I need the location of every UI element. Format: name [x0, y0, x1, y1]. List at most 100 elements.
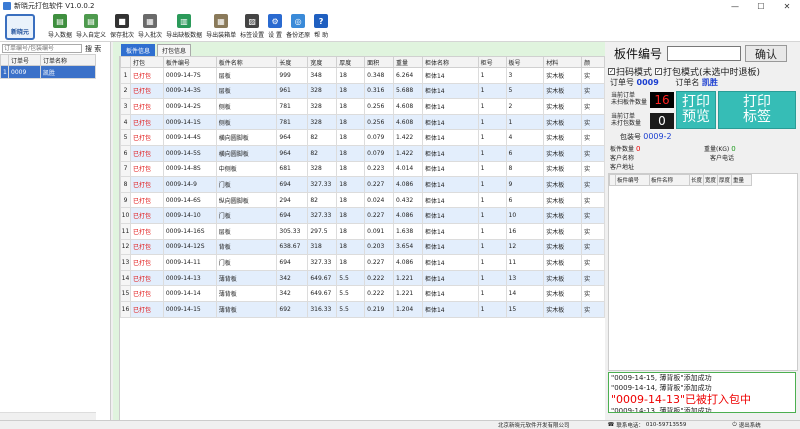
sub-column-header[interactable]: 厚度	[717, 174, 732, 186]
table-cell: 694	[276, 254, 309, 271]
toolbar-button-7[interactable]: ⚙ 设 置	[268, 12, 283, 39]
table-cell: 681	[276, 160, 309, 178]
table-cell: 1	[477, 222, 507, 240]
table-row[interactable]: 1 0009 凯胜	[0, 65, 96, 79]
table-cell: 5.688	[393, 82, 423, 100]
exit-icon[interactable]: ⏻	[732, 422, 736, 429]
toolbar-button-6[interactable]: ▨ 标签设置	[240, 12, 264, 39]
table-row[interactable]: 10 已打包 0009-14-10 门板 694 327.33 18 0.227 4.086 柜体…	[120, 207, 605, 224]
column-header[interactable]: 长度	[276, 56, 309, 68]
exit-system-button[interactable]: 退出系统	[739, 421, 761, 429]
table-cell: 实	[581, 176, 605, 193]
sub-column-header[interactable]: 重量	[731, 174, 752, 186]
pack-status-cell: 已打包	[129, 300, 164, 318]
table-row[interactable]: 16 已打包 0009-14-15 薄背板 692 316.33 5.5 0.219 1.204…	[120, 300, 605, 318]
toolbar-button-9[interactable]: ? 帮 助	[314, 12, 329, 39]
col-order-name[interactable]: 订单名称	[40, 54, 96, 66]
table-cell: 318	[307, 238, 338, 256]
toolbar-button-3[interactable]: ▦ 导入批次	[138, 12, 162, 39]
sub-column-header[interactable]: 板件名称	[649, 174, 690, 186]
table-cell: 薄背板	[215, 300, 278, 318]
column-header[interactable]: 柜号	[477, 56, 507, 68]
table-cell: 1.204	[393, 300, 423, 318]
table-cell: 18	[336, 160, 366, 178]
table-row[interactable]: 8 已打包 0009-14-9 门板 694 327.33 18 0.227 4.086 柜体14…	[120, 176, 605, 193]
print-preview-button[interactable]: 打印 预览	[676, 91, 716, 129]
order-search-input[interactable]	[2, 44, 82, 53]
table-cell: 实	[581, 207, 605, 224]
sub-column-header[interactable]: 板件编号	[615, 174, 650, 186]
column-header[interactable]: 材料	[543, 56, 583, 68]
table-cell: 0.219	[364, 300, 395, 318]
minimize-button[interactable]: —	[722, 2, 748, 11]
column-header[interactable]: 重量	[393, 56, 423, 68]
package-no-value: 0009-2	[643, 132, 672, 141]
toolbar-button-4[interactable]: ▥ 导出缺板数据	[166, 12, 202, 39]
sub-column-header[interactable]: 宽度	[703, 174, 718, 186]
toolbar-button-0[interactable]: ▤ 导入数据	[48, 12, 72, 39]
table-cell: 1	[477, 98, 507, 115]
part-no-input[interactable]	[667, 46, 742, 61]
table-cell: 18	[336, 176, 366, 193]
close-button[interactable]: ✕	[774, 2, 800, 11]
column-header[interactable]: 宽度	[307, 56, 338, 68]
column-header[interactable]: 厚度	[336, 56, 366, 68]
table-cell: 18	[336, 222, 366, 240]
table-cell: 门板	[215, 176, 278, 193]
table-row[interactable]: 4 已打包 0009-14-1S 侧板 781 328 18 0.256 4.608 柜体14 1 1…	[120, 113, 605, 131]
table-cell: 18	[336, 207, 366, 224]
table-cell: 横向圆脚板	[215, 144, 278, 162]
toolbar-label: 保存批次	[110, 32, 135, 39]
table-cell: 1.638	[393, 222, 423, 240]
print-label-button[interactable]: 打印 标签	[718, 91, 796, 129]
maximize-button[interactable]: ☐	[748, 2, 774, 11]
table-row[interactable]: 2 已打包 0009-14-3S 层板 961 328 18 0.316 5.688 柜体14 1 5…	[120, 82, 605, 100]
column-header[interactable]: 打包	[129, 56, 164, 68]
table-row[interactable]: 15 已打包 0009-14-14 薄背板 342 649.67 5.5 0.222 1.221…	[120, 285, 605, 302]
table-row[interactable]: 9 已打包 0009-14-6S 纵向圆脚板 294 82 18 0.024 0.432 柜体14…	[120, 191, 605, 209]
table-cell: 4.086	[393, 176, 423, 193]
table-cell: 18	[336, 129, 366, 146]
table-row[interactable]: 12 已打包 0009-14-12S 背板 638.67 318 18 0.203 3.654 柜…	[120, 238, 605, 256]
search-button[interactable]: 搜 索	[85, 44, 101, 54]
import-custom-icon: ▤	[84, 14, 99, 28]
table-cell: 0009-14-11	[162, 254, 217, 271]
pack-mode-checkbox[interactable]: ✓	[655, 68, 663, 75]
toolbar-button-1[interactable]: ▤ 导入自定义	[76, 12, 106, 39]
table-cell: 实木板	[543, 191, 583, 209]
table-cell: 1.221	[393, 285, 423, 302]
scan-mode-checkbox[interactable]: ✓	[608, 68, 615, 75]
column-header[interactable]: 板件名称	[215, 56, 278, 68]
table-cell: 18	[336, 144, 366, 162]
column-header[interactable]: 颜	[581, 56, 605, 68]
table-row[interactable]: 3 已打包 0009-14-2S 侧板 781 328 18 0.256 4.608 柜体14 1 2…	[120, 98, 605, 115]
table-cell: 1	[477, 238, 507, 256]
column-header[interactable]: 柜体名称	[421, 56, 479, 68]
import-batch-icon: ▦	[143, 14, 158, 28]
pack-status-cell: 已打包	[129, 129, 164, 146]
table-cell: 1.422	[393, 144, 423, 162]
table-row[interactable]: 5 已打包 0009-14-4S 横向圆脚板 964 82 18 0.079 1.422 柜体14…	[120, 129, 605, 146]
toolbar-button-5[interactable]: ▦ 导出装箱单	[206, 12, 236, 39]
order-hscrollbar[interactable]	[0, 412, 96, 420]
table-cell: 横向圆脚板	[215, 129, 278, 146]
toolbar-label: 帮 助	[314, 32, 329, 39]
table-row[interactable]: 14 已打包 0009-14-13 薄背板 342 649.67 5.5 0.222 1.221…	[120, 269, 605, 287]
table-row[interactable]: 7 已打包 0009-14-8S 中侧板 681 328 18 0.223 4.014 柜体14 1…	[120, 160, 605, 178]
table-row[interactable]: 13 已打包 0009-14-11 门板 694 327.33 18 0.227 4.086 柜体…	[120, 254, 605, 271]
sub-column-header[interactable]: 长度	[689, 174, 704, 186]
table-cell: 层板	[215, 222, 278, 240]
toolbar-button-2[interactable]: ■ 保存批次	[110, 12, 134, 39]
pack-status-cell: 已打包	[129, 269, 164, 287]
table-row[interactable]: 6 已打包 0009-14-5S 横向圆脚板 964 82 18 0.079 1.422 柜体14…	[120, 144, 605, 162]
column-header[interactable]: 板件编号	[162, 56, 217, 68]
table-row[interactable]: 11 已打包 0009-14-16S 层板 305.33 297.5 18 0.091 1.63…	[120, 222, 605, 240]
table-row[interactable]: 1 已打包 0009-14-7S 层板 999 348 18 0.348 6.264 柜体14 1 3…	[120, 67, 605, 84]
table-cell: 柜体14	[421, 144, 479, 162]
column-header[interactable]: 板号	[505, 56, 545, 68]
toolbar-button-8[interactable]: ◎ 备份还原	[286, 12, 310, 39]
confirm-button[interactable]: 确认	[745, 45, 788, 62]
table-cell: 82	[307, 129, 338, 146]
column-header[interactable]: 面积	[364, 56, 395, 68]
col-order-no[interactable]: 订单号	[8, 54, 41, 66]
